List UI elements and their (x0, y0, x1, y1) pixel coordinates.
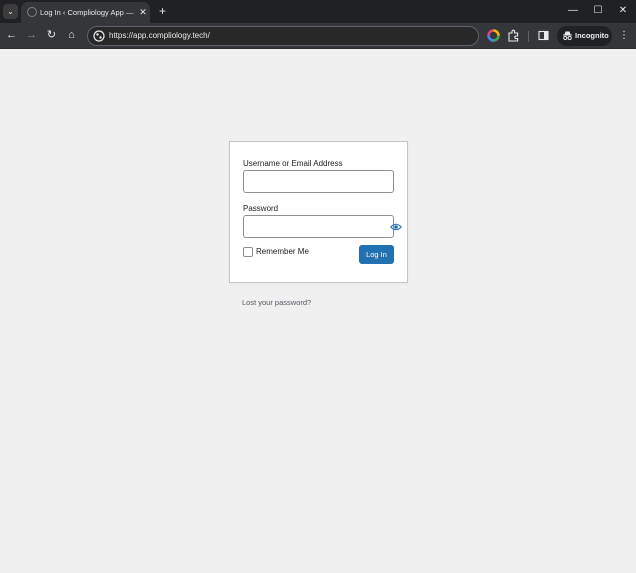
home-icon[interactable]: ⌂ (64, 28, 79, 43)
lost-password-link[interactable]: Lost your password? (242, 297, 311, 308)
password-label: Password (243, 204, 279, 213)
extensions-icon[interactable] (506, 28, 521, 43)
maximize-icon[interactable]: ☐ (590, 3, 606, 19)
username-input[interactable] (243, 170, 394, 193)
browser-tab-active[interactable]: Log In ‹ Compliology App — W ✕ (21, 2, 150, 23)
incognito-label: Incognito (575, 31, 609, 40)
remember-me-checkbox[interactable] (243, 247, 253, 257)
browser-toolbar: ← → ↻ ⌂ https://app.compliology.tech/ In… (0, 23, 636, 49)
incognito-indicator[interactable]: Incognito (557, 26, 612, 46)
log-in-button[interactable]: Log In (359, 245, 394, 264)
kebab-menu-icon[interactable]: ⋮ (617, 28, 631, 43)
new-tab-plus-icon[interactable]: + (156, 4, 169, 18)
tab-title: Log In ‹ Compliology App — W (40, 8, 134, 17)
back-icon[interactable]: ← (4, 28, 19, 43)
toolbar-separator (528, 31, 529, 42)
minimize-icon[interactable]: — (565, 3, 581, 19)
window-close-icon[interactable]: ✕ (615, 3, 631, 19)
username-label: Username or Email Address (243, 159, 343, 168)
password-input[interactable] (243, 215, 402, 238)
address-bar[interactable]: https://app.compliology.tech/ (87, 26, 479, 46)
forward-icon[interactable]: → (24, 28, 39, 43)
side-panel-icon[interactable] (536, 28, 551, 43)
color-wheel-icon[interactable] (486, 28, 501, 43)
url-text[interactable]: https://app.compliology.tech/ (109, 30, 210, 42)
site-info-icon[interactable] (93, 30, 105, 42)
remember-me-label[interactable]: Remember Me (256, 246, 309, 258)
favicon-icon (27, 7, 37, 17)
reload-icon[interactable]: ↻ (44, 28, 59, 43)
tab-close-icon[interactable]: ✕ (138, 6, 148, 18)
incognito-icon (563, 31, 572, 41)
eye-icon[interactable] (390, 222, 402, 232)
login-form: Username or Email Address Password Remem… (229, 141, 408, 283)
browser-titlebar: ⌄ Log In ‹ Compliology App — W ✕ + — ☐ ✕ (0, 0, 636, 23)
tab-search-icon[interactable]: ⌄ (3, 4, 18, 19)
